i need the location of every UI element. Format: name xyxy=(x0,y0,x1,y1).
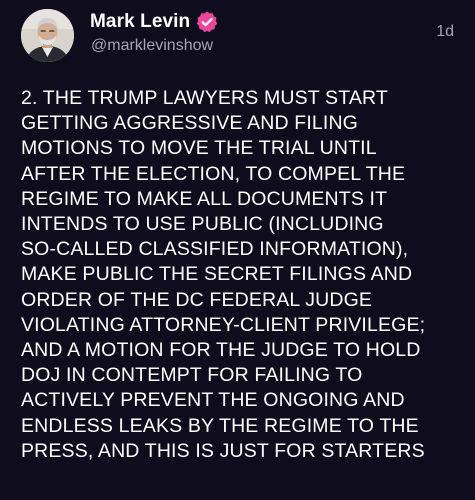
post-text-line: ENDLESS LEAKS BY THE REGIME TO THE xyxy=(21,414,419,437)
post-body-text: 2. THE TRUMP LAWYERS MUST START GETTING … xyxy=(21,86,466,464)
post-text-line: INTENDS TO USE PUBLIC (INCLUDING xyxy=(21,213,384,236)
post-text-line: GETTING AGGRESSIVE AND FILING xyxy=(21,112,359,135)
post-text-line: VIOLATING ATTORNEY-CLIENT PRIVILEGE; xyxy=(21,313,426,336)
post-text-line: AFTER THE ELECTION, TO COMPEL THE xyxy=(21,162,406,185)
post-text-line: AND A MOTION FOR THE JUDGE TO HOLD xyxy=(21,339,421,362)
author-name-row: Mark Levin xyxy=(90,10,219,34)
post-card: Mark Levin @marklevinshow 1d 2. THE TRUM… xyxy=(0,0,475,500)
verified-badge-icon xyxy=(195,10,219,34)
post-text-line: MOTIONS TO MOVE THE TRIAL UNTIL xyxy=(21,137,377,160)
post-text-line: REGIME TO MAKE ALL DOCUMENTS IT xyxy=(21,187,388,210)
post-text-line: SO-CALLED CLASSIFIED INFORMATION), xyxy=(21,238,409,261)
avatar[interactable] xyxy=(21,9,74,62)
post-text-line: DOJ IN CONTEMPT FOR FAILING TO xyxy=(21,364,363,387)
post-text-line: 2. THE TRUMP LAWYERS MUST START xyxy=(21,87,388,109)
post-text-line: ACTIVELY PREVENT THE ONGOING AND xyxy=(21,389,405,412)
post-text-line: MAKE PUBLIC THE SECRET FILINGS AND xyxy=(21,263,413,286)
avatar-image xyxy=(21,9,74,62)
post-text-line: ORDER OF THE DC FEDERAL JUDGE xyxy=(21,288,373,311)
post-timestamp: 1d xyxy=(436,23,454,40)
author-handle[interactable]: @marklevinshow xyxy=(91,37,213,55)
post-text-line: PRESS, AND THIS IS JUST FOR STARTERS xyxy=(21,439,425,462)
author-display-name[interactable]: Mark Levin xyxy=(90,11,190,33)
